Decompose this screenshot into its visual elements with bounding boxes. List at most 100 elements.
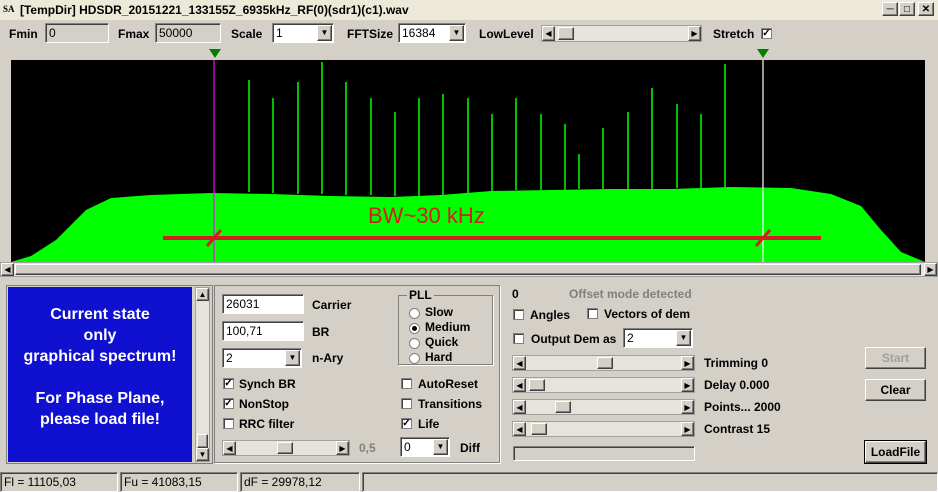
pll-hard-label: Hard xyxy=(425,350,453,364)
status-fl: Fl = 11105,03 xyxy=(0,472,118,492)
pll-slow-label: Slow xyxy=(425,305,454,319)
lowlevel-slider[interactable]: ◀ ▶ xyxy=(541,25,702,42)
window-title: [TempDir] HDSDR_20151221_133155Z_6935kHz… xyxy=(20,3,409,17)
carrier-field[interactable]: 26031 xyxy=(222,294,304,314)
status-empty xyxy=(362,472,938,492)
delay-thumb[interactable] xyxy=(529,379,545,391)
nary-value: 2 xyxy=(226,351,233,365)
lower-marker-handle[interactable] xyxy=(209,49,221,58)
pll-quick-radio[interactable] xyxy=(409,338,420,349)
app-icon: SA xyxy=(3,4,15,14)
nonstop-label: NonStop xyxy=(239,397,289,411)
pll-hard-radio[interactable] xyxy=(409,353,420,364)
info-line2: only xyxy=(83,327,117,344)
angles-checkbox[interactable] xyxy=(513,309,524,320)
spectrum-scroll-thumb[interactable] xyxy=(15,264,921,275)
info-line5: please load file! xyxy=(39,411,161,428)
rrc-filter-checkbox[interactable] xyxy=(223,418,234,429)
upper-marker-handle[interactable] xyxy=(757,49,769,58)
info-scroll-thumb[interactable] xyxy=(197,434,208,448)
info-scrollbar[interactable]: ▲ ▼ xyxy=(195,287,210,462)
fftsize-label: FFTSize xyxy=(347,27,394,41)
points-thumb[interactable] xyxy=(555,401,571,413)
output-dem-checkbox[interactable] xyxy=(513,333,524,344)
nary-label: n-Ary xyxy=(312,351,344,365)
minimize-button[interactable]: ─ xyxy=(882,2,898,16)
angles-label: Angles xyxy=(530,308,571,322)
points-slider[interactable]: ◀ ▶ xyxy=(512,399,695,415)
trimming-thumb[interactable] xyxy=(597,357,613,369)
chevron-down-icon[interactable]: ▼ xyxy=(285,350,300,366)
chevron-down-icon[interactable]: ▼ xyxy=(676,330,691,346)
contrast-slider[interactable]: ◀ ▶ xyxy=(512,421,695,437)
life-checkbox[interactable]: ✓ xyxy=(401,418,412,429)
info-line3: graphical spectrum! xyxy=(23,348,177,365)
pll-title: PLL xyxy=(407,288,434,302)
scroll-up-icon[interactable]: ▲ xyxy=(196,288,209,301)
close-button[interactable]: ✕ xyxy=(918,2,934,16)
synch-br-checkbox[interactable]: ✓ xyxy=(223,378,234,389)
scroll-right-icon[interactable]: ▶ xyxy=(681,400,694,414)
fftsize-value: 16384 xyxy=(402,26,436,40)
param-slider[interactable]: ◀ ▶ xyxy=(222,440,350,456)
diff-select[interactable]: 0 ▼ xyxy=(400,437,450,457)
maximize-button[interactable]: □ xyxy=(899,2,915,16)
scroll-right-icon[interactable]: ▶ xyxy=(681,422,694,436)
info-canvas: Current state only graphical spectrum! F… xyxy=(8,287,192,462)
fmin-field[interactable]: 0 xyxy=(45,23,109,43)
contrast-label: Contrast 15 xyxy=(704,422,771,436)
transitions-checkbox[interactable] xyxy=(401,398,412,409)
autoreset-checkbox[interactable] xyxy=(401,378,412,389)
scroll-right-icon[interactable]: ▶ xyxy=(681,356,694,370)
vectors-checkbox[interactable] xyxy=(587,308,598,319)
start-button[interactable]: Start xyxy=(865,347,926,369)
loadfile-button[interactable]: LoadFile xyxy=(864,440,927,464)
scroll-right-icon[interactable]: ▶ xyxy=(688,26,701,41)
scroll-left-icon[interactable]: ◀ xyxy=(513,356,526,370)
output-dem-select[interactable]: 2 ▼ xyxy=(623,328,693,348)
diff-label: Diff xyxy=(460,441,480,455)
fmax-field[interactable]: 50000 xyxy=(155,23,221,43)
status-df: dF = 29978,12 xyxy=(240,472,360,492)
pll-medium-radio[interactable] xyxy=(409,323,420,334)
spectrum-scrollbar[interactable]: ◀ ▶ xyxy=(0,262,938,277)
nonstop-checkbox[interactable]: ✓ xyxy=(223,398,234,409)
trimming-slider[interactable]: ◀ ▶ xyxy=(512,355,695,371)
points-label: Points... 2000 xyxy=(704,400,781,414)
stretch-checkbox[interactable]: ✓ xyxy=(761,28,772,39)
scroll-right-icon[interactable]: ▶ xyxy=(336,441,349,455)
chevron-down-icon[interactable]: ▼ xyxy=(449,25,464,41)
fmax-label: Fmax xyxy=(118,27,150,41)
pll-quick-label: Quick xyxy=(425,335,459,349)
scroll-right-icon[interactable]: ▶ xyxy=(681,378,694,392)
delay-label: Delay 0.000 xyxy=(704,378,770,392)
clear-button[interactable]: Clear xyxy=(865,379,926,401)
scroll-left-icon[interactable]: ◀ xyxy=(513,422,526,436)
bandwidth-annotation: BW~30 kHz xyxy=(368,203,485,228)
scroll-down-icon[interactable]: ▼ xyxy=(196,448,209,461)
chevron-down-icon[interactable]: ▼ xyxy=(317,25,332,41)
progress-bar xyxy=(513,446,695,461)
scale-select[interactable]: 1 ▼ xyxy=(272,23,334,43)
scroll-left-icon[interactable]: ◀ xyxy=(513,378,526,392)
scroll-left-icon[interactable]: ◀ xyxy=(223,441,236,455)
autoreset-label: AutoReset xyxy=(418,377,479,391)
scroll-left-icon[interactable]: ◀ xyxy=(542,26,555,41)
br-field[interactable]: 100,71 xyxy=(222,321,304,341)
delay-slider[interactable]: ◀ ▶ xyxy=(512,377,695,393)
fftsize-select[interactable]: 16384 ▼ xyxy=(398,23,466,43)
stretch-label: Stretch xyxy=(713,27,755,41)
diff-value: 0 xyxy=(404,440,411,454)
spectrum-view[interactable]: BW~30 kHz xyxy=(11,60,925,262)
contrast-thumb[interactable] xyxy=(531,423,547,435)
scroll-left-icon[interactable]: ◀ xyxy=(1,263,14,276)
nary-select[interactable]: 2 ▼ xyxy=(222,348,302,368)
scroll-left-icon[interactable]: ◀ xyxy=(513,400,526,414)
chevron-down-icon[interactable]: ▼ xyxy=(433,439,448,455)
pll-slow-radio[interactable] xyxy=(409,308,420,319)
spectral-peaks xyxy=(248,62,726,196)
scroll-right-icon[interactable]: ▶ xyxy=(924,263,937,276)
scale-value: 1 xyxy=(276,26,283,40)
param-slider-thumb[interactable] xyxy=(277,442,293,454)
lowlevel-thumb[interactable] xyxy=(558,27,574,40)
